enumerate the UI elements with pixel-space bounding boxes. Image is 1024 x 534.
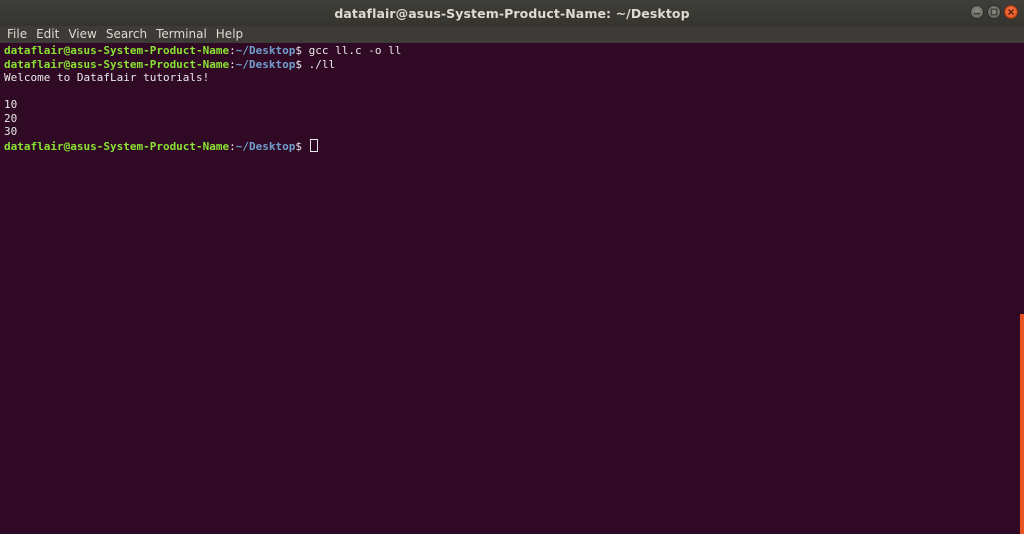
- maximize-icon: [990, 8, 998, 16]
- menu-search[interactable]: Search: [102, 26, 152, 43]
- text-cursor: [309, 138, 318, 152]
- menu-terminal[interactable]: Terminal: [152, 26, 212, 43]
- command-text: ./ll: [302, 57, 336, 71]
- output-line: 10: [4, 98, 18, 111]
- prompt-separator: :: [229, 44, 236, 57]
- command-text: gcc ll.c -o ll: [302, 44, 402, 57]
- menu-file[interactable]: File: [3, 26, 32, 43]
- minimize-icon: [974, 13, 980, 15]
- output-line: 30: [4, 125, 18, 138]
- terminal-window: dataflair@asus-System-Product-Name: ~/De…: [0, 0, 1024, 534]
- prompt-path: ~/Desktop: [235, 139, 296, 153]
- title-bar[interactable]: dataflair@asus-System-Product-Name: ~/De…: [0, 0, 1024, 26]
- prompt-line-1: dataflair@asus-System-Product-Name:~/Des…: [4, 44, 1020, 58]
- output-line: 20: [4, 111, 18, 125]
- close-icon: [1008, 9, 1014, 15]
- output-line: Welcome to DatafLair tutorials!: [4, 71, 210, 84]
- prompt-user: dataflair@asus-System-Product-Name: [4, 44, 230, 57]
- menu-view[interactable]: View: [64, 26, 101, 43]
- minimize-button[interactable]: [970, 5, 984, 19]
- scrollbar[interactable]: [1020, 314, 1024, 534]
- window-controls: [970, 5, 1018, 19]
- maximize-button[interactable]: [987, 5, 1001, 19]
- window-title: dataflair@asus-System-Product-Name: ~/De…: [334, 5, 690, 21]
- prompt-path: ~/Desktop: [235, 44, 296, 57]
- prompt-user: dataflair@asus-System-Product-Name: [4, 57, 230, 71]
- prompt-separator: :: [229, 57, 236, 71]
- prompt-path: ~/Desktop: [235, 57, 296, 71]
- menu-edit[interactable]: Edit: [32, 26, 64, 43]
- close-button[interactable]: [1004, 5, 1018, 19]
- menu-help[interactable]: Help: [212, 26, 248, 43]
- prompt-separator: :: [229, 139, 236, 153]
- menu-bar: File Edit View Search Terminal Help: [0, 26, 1024, 43]
- prompt-line-3: dataflair@asus-System-Product-Name:~/Des…: [4, 138, 1020, 153]
- terminal-output-area[interactable]: dataflair@asus-System-Product-Name:~/Des…: [0, 43, 1020, 534]
- prompt-line-2: dataflair@asus-System-Product-Name:~/Des…: [4, 58, 1020, 72]
- prompt-user: dataflair@asus-System-Product-Name: [4, 139, 230, 153]
